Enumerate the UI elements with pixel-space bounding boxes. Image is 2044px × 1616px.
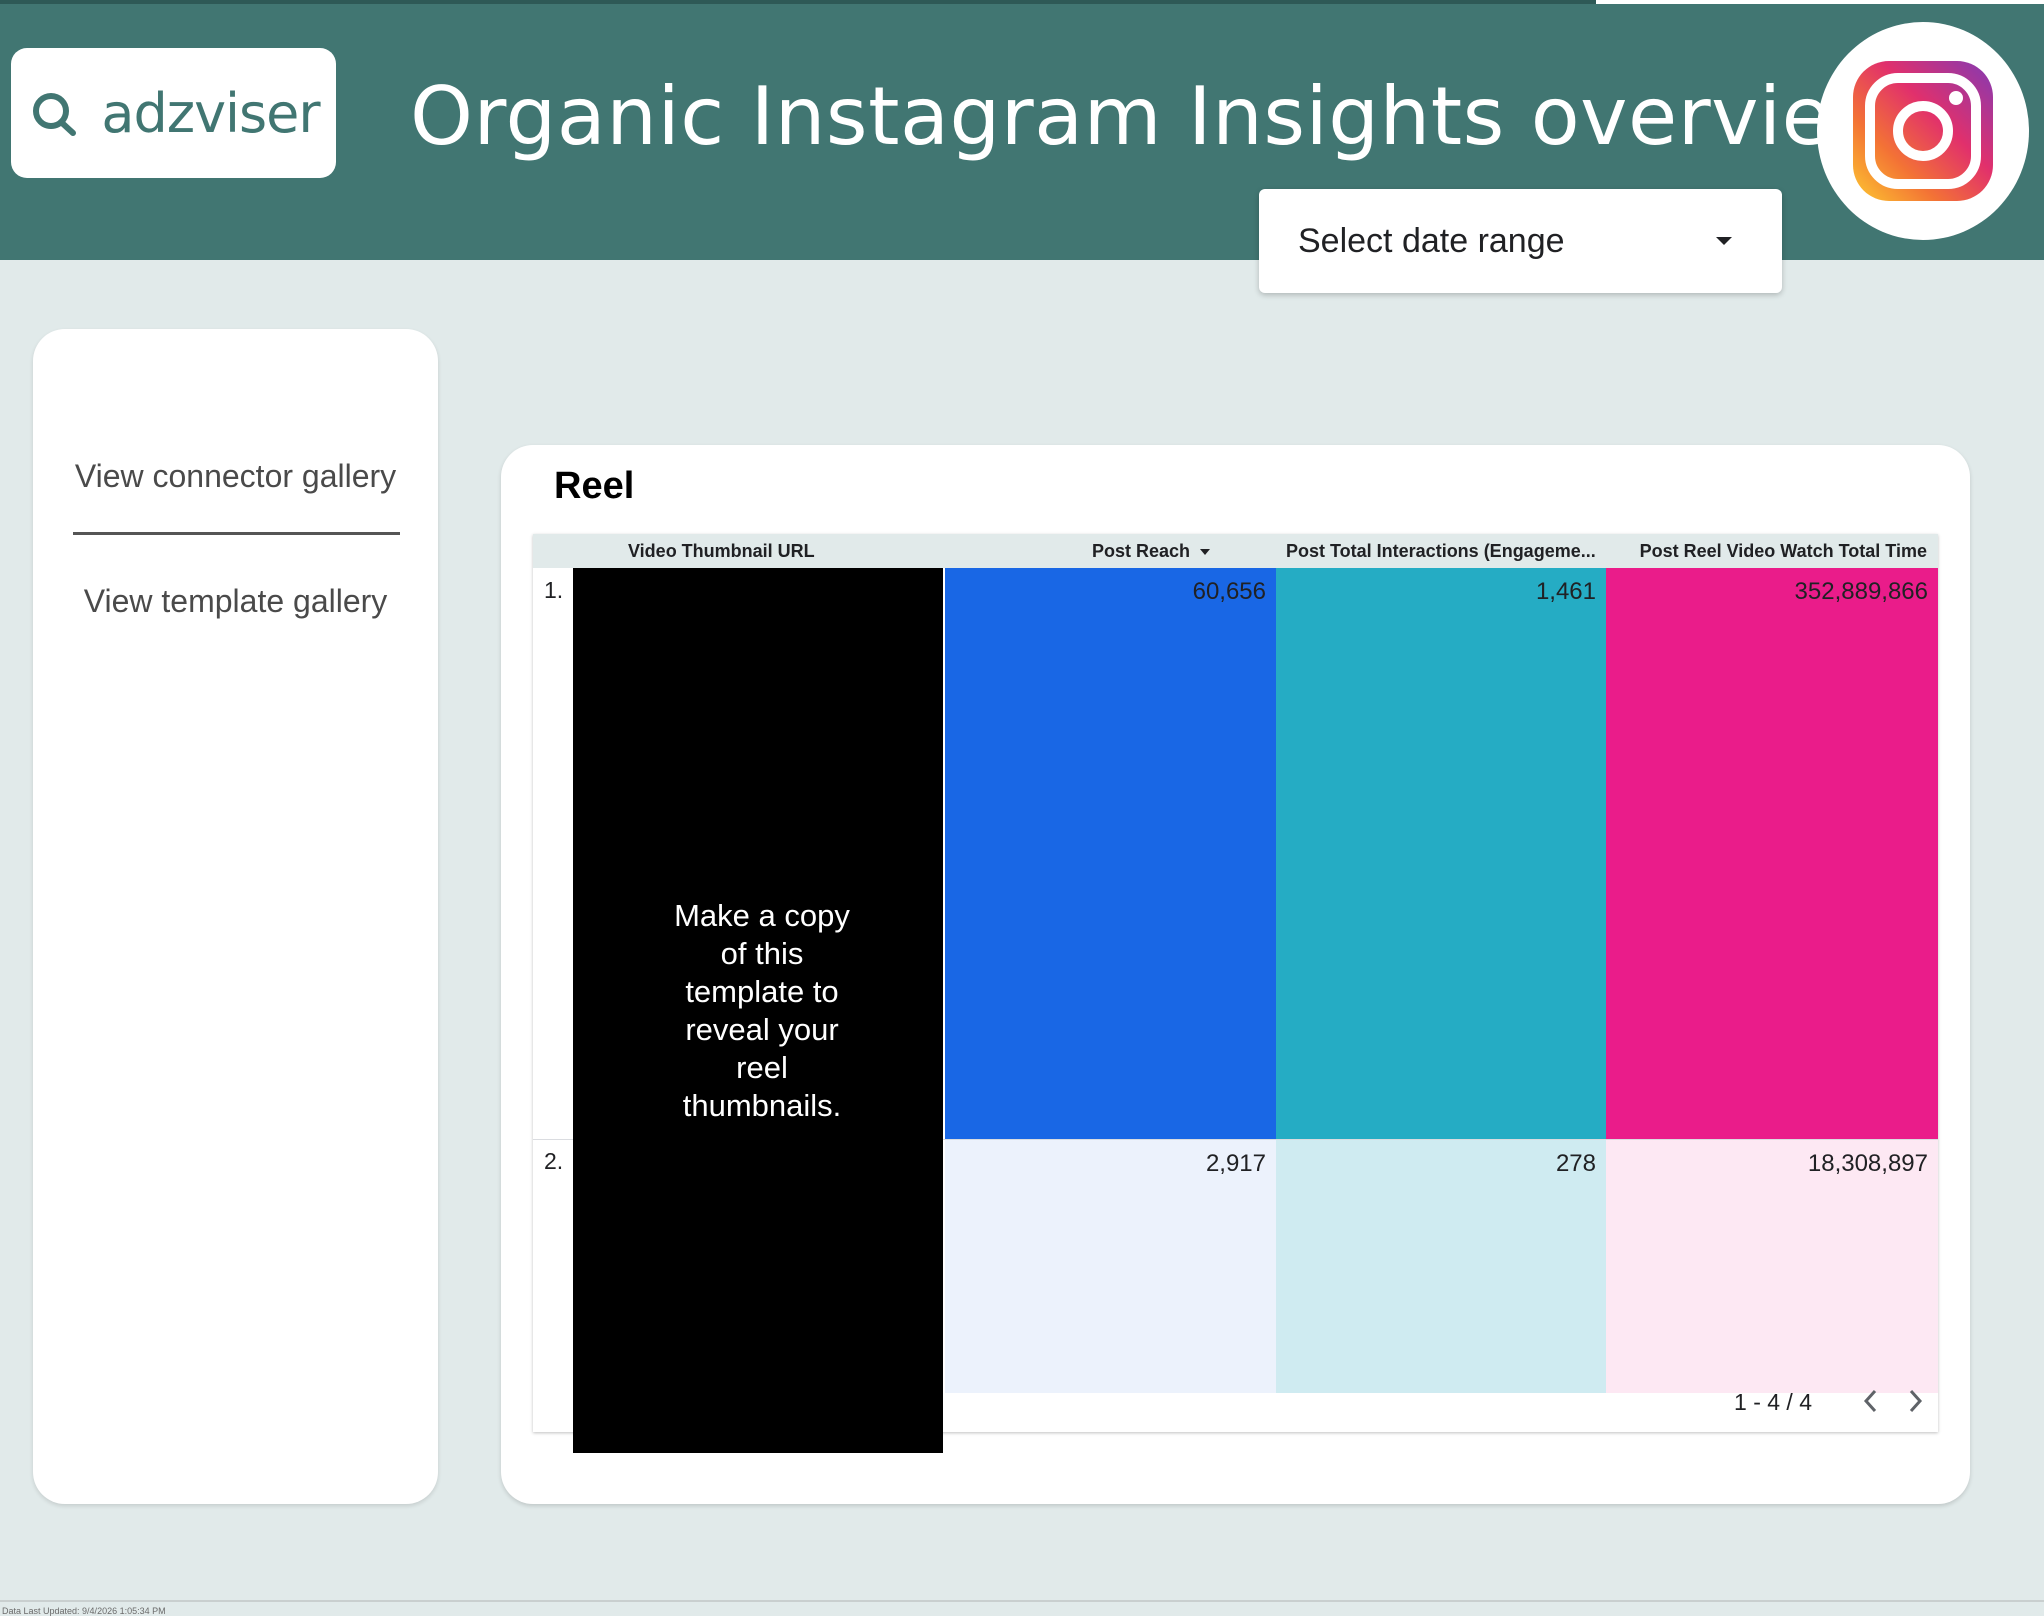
interactions-cell: 278 — [1276, 1140, 1606, 1393]
cell-value: 278 — [1555, 1150, 1596, 1177]
page-title: Organic Instagram Insights overview — [410, 70, 1898, 163]
previous-page-button[interactable] — [1856, 1384, 1886, 1418]
column-header-interactions[interactable]: Post Total Interactions (Engageme... — [1286, 534, 1596, 568]
sort-desc-icon — [1200, 549, 1210, 556]
chevron-left-icon — [1863, 1389, 1877, 1413]
watch-time-cell: 18,308,897 — [1606, 1140, 1938, 1393]
header-progress-line — [0, 0, 1596, 4]
brand-logo[interactable]: adzviser — [11, 48, 336, 178]
cell-value: 60,656 — [1192, 578, 1266, 605]
instagram-icon — [1853, 61, 1993, 201]
cell-value: 352,889,866 — [1794, 578, 1928, 605]
column-header-watch-time[interactable]: Post Reel Video Watch Total Time — [1640, 534, 1927, 568]
thumbnail-placeholder: Make a copy of this template to reveal y… — [573, 568, 943, 1453]
brand-name: adzviser — [101, 81, 320, 145]
column-header-thumbnail[interactable]: Video Thumbnail URL — [628, 534, 815, 568]
table-header: Video Thumbnail URL Post Reach Post Tota… — [533, 534, 1938, 568]
data-last-updated: Data Last Updated: 9/4/2026 1:05:34 PM — [2, 1606, 166, 1616]
magnifier-icon — [33, 93, 77, 136]
thumbnail-message: Make a copy of this template to reveal y… — [674, 897, 850, 1123]
row-number: 1. — [544, 577, 564, 603]
column-header-reach[interactable]: Post Reach — [1092, 534, 1210, 568]
side-panel: View connector gallery View template gal… — [33, 329, 438, 1504]
template-gallery-link[interactable]: View template gallery — [33, 583, 438, 620]
reel-card: Reel Video Thumbnail URL Post Reach Post… — [501, 445, 1970, 1504]
cell-value: 1,461 — [1535, 578, 1596, 605]
cell-value: 2,917 — [1205, 1150, 1266, 1177]
header-progress-track — [1596, 0, 2044, 4]
connector-gallery-link[interactable]: View connector gallery — [33, 458, 438, 495]
footer-divider — [0, 1600, 2044, 1602]
reel-title: Reel — [554, 465, 635, 507]
interactions-cell: 1,461 — [1276, 568, 1606, 1139]
chevron-right-icon — [1909, 1389, 1923, 1413]
instagram-logo — [1817, 22, 2029, 240]
cell-value: 18,308,897 — [1807, 1150, 1928, 1177]
pagination-label: 1 - 4 / 4 — [1734, 1389, 1812, 1415]
chevron-down-icon — [1716, 237, 1732, 245]
reel-table: Video Thumbnail URL Post Reach Post Tota… — [533, 534, 1938, 1453]
nav-divider — [73, 532, 400, 535]
date-range-label: Select date range — [1298, 221, 1565, 260]
watch-time-cell: 352,889,866 — [1606, 568, 1938, 1139]
column-header-reach-label: Post Reach — [1091, 541, 1190, 561]
reach-cell: 2,917 — [945, 1140, 1276, 1393]
row-number: 2. — [544, 1148, 564, 1174]
reach-cell: 60,656 — [945, 568, 1276, 1139]
next-page-button[interactable] — [1900, 1384, 1930, 1418]
date-range-select[interactable]: Select date range — [1259, 189, 1782, 293]
